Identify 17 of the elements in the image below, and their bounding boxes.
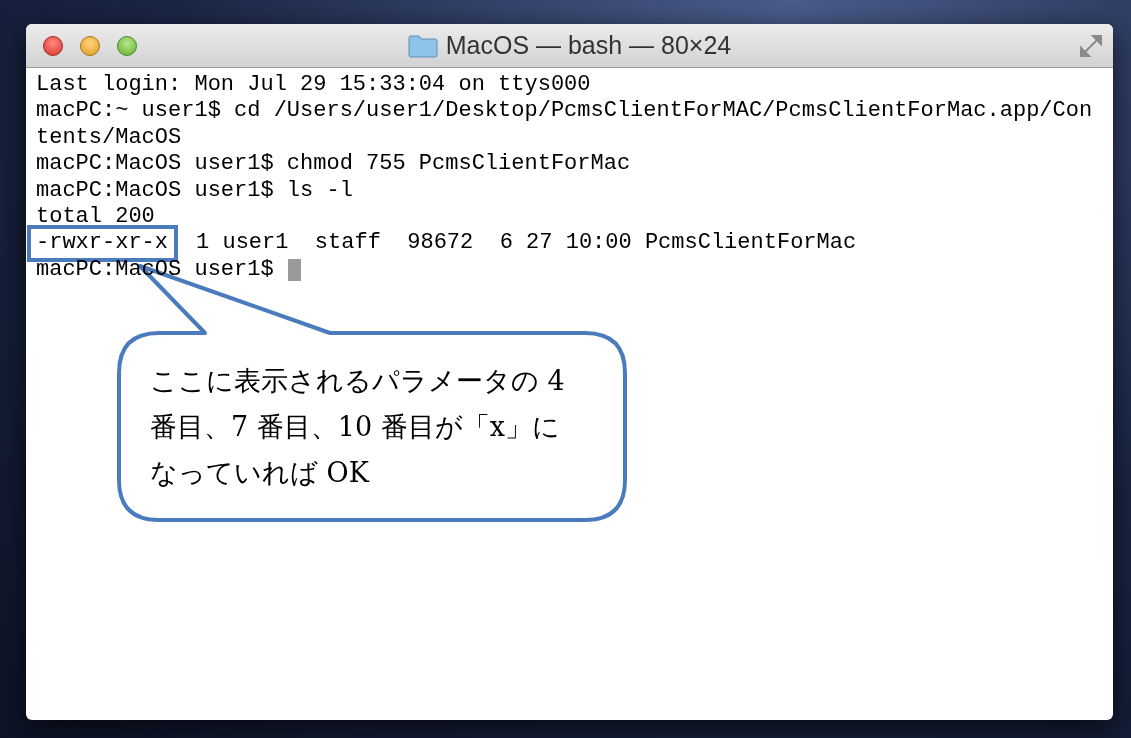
terminal-text: macPC:MacOS user1$ chmod 755 PcmsClientForMac xyxy=(36,151,631,178)
folder-icon xyxy=(407,33,438,58)
zoom-button[interactable] xyxy=(117,35,137,56)
fullscreen-icon[interactable] xyxy=(1079,34,1103,58)
callout-text: ここに表示されるパラメータの 4 xyxy=(150,364,566,398)
terminal-text: macPC:MacOS user1$ ls -l xyxy=(36,177,353,204)
terminal-text: 1 user1 staff 98672 6 27 10:00 PcmsClientForMac xyxy=(196,230,857,257)
terminal-text: macPC:~ user1$ cd /Users/user1/Desktop/PcmsClientForMAC/PcmsClientForMac.app/Con xyxy=(36,98,1093,125)
terminal-text: total 200 xyxy=(36,203,155,231)
callout-text: なっていれば OK xyxy=(150,456,371,490)
callout-text: 番目、7 番目、10 番目が「x」に xyxy=(150,410,561,444)
terminal-text: tents/MacOS xyxy=(36,124,182,152)
terminal-text: Last login: Mon Jul 29 15:33:04 on ttys000 xyxy=(36,72,591,99)
window-title: MacOS — bash — 80×24 xyxy=(445,29,732,61)
minimize-button[interactable] xyxy=(80,35,100,56)
terminal-text: -rwxr-xr-x xyxy=(36,230,169,257)
close-button[interactable] xyxy=(43,35,63,56)
